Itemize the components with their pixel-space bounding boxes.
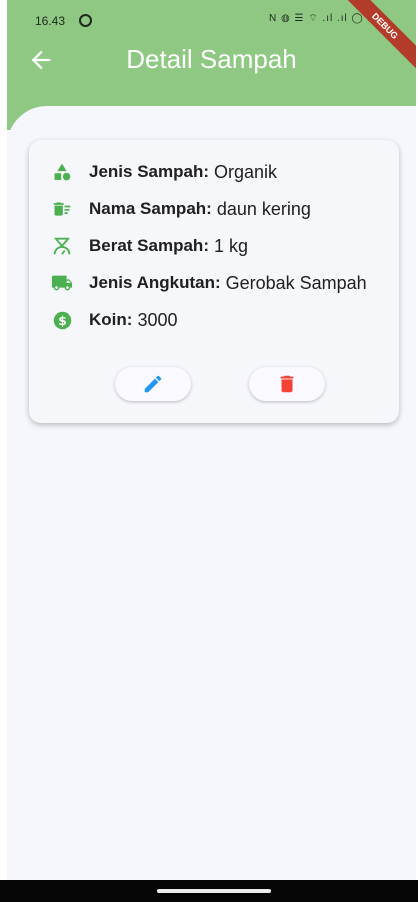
detail-row-jenis-angkutan: Jenis Angkutan: Gerobak Sampah [51,268,367,298]
detail-value: Gerobak Sampah [225,272,367,293]
pencil-icon [144,375,162,393]
trash-icon [280,375,294,393]
detail-label: Jenis Angkutan: [89,273,221,292]
detail-label: Koin: [89,310,133,329]
home-gesture-handle[interactable] [157,889,271,893]
detail-row-koin: $ Koin: 3000 [51,305,177,335]
detail-value: 1 kg [213,235,249,256]
delete-button[interactable] [249,367,325,401]
detail-value: Organik [214,161,278,182]
detail-label: Berat Sampah: [89,236,209,255]
detail-label: Jenis Sampah: [89,162,209,181]
delete-sweep-icon [51,198,73,220]
page-title: Detail Sampah [126,44,297,74]
detail-row-berat-sampah: Berat Sampah: 1 kg [51,231,248,261]
sync-icon [79,14,92,27]
detail-label: Nama Sampah: [89,199,212,218]
detail-row-jenis-sampah: Jenis Sampah: Organik [51,157,277,187]
truck-icon [51,272,73,294]
status-time: 16.43 [35,14,66,28]
detail-card: Jenis Sampah: Organik Nama Sampah: daun … [29,140,399,423]
shapes-icon [51,161,73,183]
edit-button[interactable] [115,367,191,401]
detail-value: daun kering [216,198,311,219]
svg-text:$: $ [58,313,67,327]
detail-value: 3000 [137,309,178,330]
detail-row-nama-sampah: Nama Sampah: daun kering [51,194,311,224]
screen: 16.43 N ◍ ☰ ⌔ .ıl .ıl ◯ 100 DEBUG Detail… [7,0,416,902]
scale-icon [51,235,73,257]
dollar-coin-icon: $ [51,309,73,331]
